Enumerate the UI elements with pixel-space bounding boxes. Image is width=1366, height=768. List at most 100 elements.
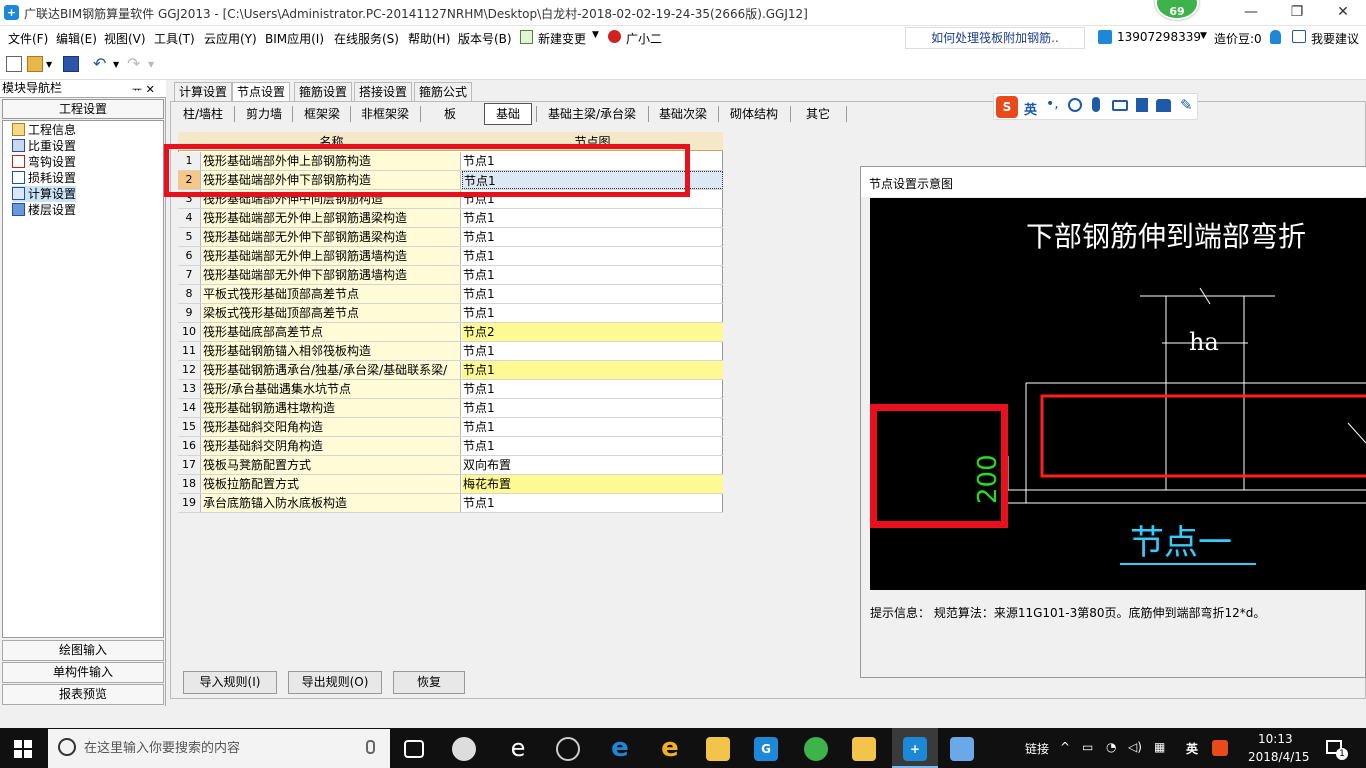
- row-node-value[interactable]: 节点1: [462, 380, 723, 398]
- row-node-value[interactable]: 节点2: [462, 323, 723, 341]
- edge-browser-icon[interactable]: e: [608, 735, 632, 761]
- keyboard-icon[interactable]: [1112, 100, 1128, 111]
- row-node-value[interactable]: 梅花布置: [462, 475, 723, 493]
- menu-edit[interactable]: 编辑(E): [56, 30, 97, 47]
- new-file-icon[interactable]: [6, 56, 22, 72]
- menu-cloud[interactable]: 云应用(Y): [204, 30, 257, 47]
- row-node-value[interactable]: 双向布置: [462, 456, 723, 474]
- nav-item-calc[interactable]: 计算设置: [12, 186, 77, 202]
- nav-report-preview[interactable]: 报表预览: [2, 684, 164, 705]
- maximize-button[interactable]: ❐: [1274, 0, 1320, 26]
- close-button[interactable]: ✕: [1320, 0, 1366, 26]
- row-node-value[interactable]: 节点1: [462, 418, 723, 436]
- ie-icon[interactable]: e: [658, 735, 682, 761]
- minimize-button[interactable]: —: [1228, 0, 1274, 26]
- file-explorer-icon[interactable]: [706, 737, 730, 761]
- nav-item-hook[interactable]: 弯钩设置: [12, 154, 76, 170]
- row-node-value[interactable]: 节点1: [462, 266, 723, 284]
- chevron-down-icon[interactable]: ▼: [148, 60, 154, 69]
- row-node-value[interactable]: 节点1: [462, 399, 723, 417]
- table-row[interactable]: 4 筏形基础端部无外伸上部钢筋遇梁构造 节点1: [178, 209, 723, 228]
- undo-icon[interactable]: ↶: [93, 54, 106, 73]
- restore-button[interactable]: 恢复: [393, 671, 465, 694]
- chevron-down-icon[interactable]: ▼: [113, 60, 119, 69]
- subtab-masonry[interactable]: 砌体结构: [722, 103, 786, 125]
- redo-icon[interactable]: ↷: [127, 54, 140, 73]
- table-row[interactable]: 18 筏板拉筋配置方式 梅花布置: [178, 475, 723, 494]
- table-row[interactable]: 11 筏形基础钢筋锚入相邻筏板构造 节点1: [178, 342, 723, 361]
- task-view-icon[interactable]: [404, 740, 424, 758]
- tray-time[interactable]: 10:13: [1258, 732, 1293, 746]
- bell-icon[interactable]: [1270, 30, 1281, 44]
- subtab-foundation-main-beam[interactable]: 基础主梁/承台梁: [540, 103, 644, 125]
- windows-start-icon[interactable]: [14, 740, 32, 758]
- tray-network-icon[interactable]: ◔: [1106, 740, 1116, 754]
- table-row[interactable]: 16 筏形基础斜交阴角构造 节点1: [178, 437, 723, 456]
- glodon-ggj-icon[interactable]: +: [903, 737, 927, 761]
- table-row[interactable]: 10 筏形基础底部高差节点 节点2: [178, 323, 723, 342]
- table-row[interactable]: 7 筏形基础端部无外伸下部钢筋遇墙构造 节点1: [178, 266, 723, 285]
- subtab-foundation-secondary-beam[interactable]: 基础次梁: [652, 103, 714, 125]
- nav-item-floors[interactable]: 楼层设置: [12, 202, 76, 218]
- app-green-icon[interactable]: [804, 737, 828, 761]
- microphone-icon[interactable]: [1092, 97, 1100, 112]
- chevron-down-icon[interactable]: ▼: [1200, 31, 1207, 41]
- row-node-value[interactable]: 节点1: [462, 361, 723, 379]
- nav-single-input[interactable]: 单构件输入: [2, 662, 164, 683]
- ime-lang[interactable]: 英: [1024, 99, 1037, 118]
- account-phone[interactable]: 13907298339: [1117, 30, 1201, 44]
- table-row[interactable]: 19 承台底筋锚入防水底板构造 节点1: [178, 494, 723, 513]
- sogou-logo-icon[interactable]: S: [996, 96, 1018, 118]
- punctuation-icon[interactable]: •,: [1046, 96, 1059, 112]
- menu-new-change[interactable]: 新建变更: [538, 30, 586, 47]
- row-node-value[interactable]: 节点1: [462, 228, 723, 246]
- menu-online[interactable]: 在线服务(S): [334, 30, 399, 47]
- table-row[interactable]: 5 筏形基础端部无外伸下部钢筋遇梁构造 节点1: [178, 228, 723, 247]
- subtab-nonframe-beam[interactable]: 非框架梁: [354, 103, 416, 125]
- table-row[interactable]: 9 梁板式筏形基础顶部高差节点 节点1: [178, 304, 723, 323]
- menu-bim[interactable]: BIM应用(I): [265, 30, 324, 47]
- export-rules-button[interactable]: 导出规则(O): [288, 671, 382, 694]
- tray-link[interactable]: 链接: [1025, 740, 1049, 757]
- subtab-shear-wall[interactable]: 剪力墙: [238, 103, 290, 125]
- tray-ime[interactable]: 英: [1186, 740, 1198, 757]
- table-row[interactable]: 6 筏形基础端部无外伸上部钢筋遇墙构造 节点1: [178, 247, 723, 266]
- tab-lap[interactable]: 搭接设置: [354, 82, 413, 101]
- save-icon[interactable]: [63, 56, 79, 72]
- table-row[interactable]: 12 筏形基础钢筋遇承台/独基/承台梁/基础联系梁/节点1: [178, 361, 723, 380]
- emoji-icon[interactable]: [1068, 98, 1082, 112]
- row-node-value[interactable]: 节点1: [462, 209, 723, 227]
- app-swirl-icon[interactable]: [556, 737, 580, 761]
- tray-chevron-up-icon[interactable]: ^: [1060, 740, 1070, 754]
- table-row[interactable]: 17 筏板马凳筋配置方式 双向布置: [178, 456, 723, 475]
- tab-stirrup[interactable]: 箍筋设置: [294, 82, 353, 101]
- microphone-icon[interactable]: [366, 740, 375, 754]
- chevron-down-icon[interactable]: ▼: [46, 60, 52, 69]
- news-link[interactable]: 如何处理筏板附加钢筋..: [905, 27, 1085, 49]
- table-row[interactable]: 8 平板式筏形基础顶部高差节点 节点1: [178, 285, 723, 304]
- glodon-g-icon[interactable]: G: [754, 737, 778, 761]
- subtab-frame-beam[interactable]: 框架梁: [296, 103, 348, 125]
- menu-help[interactable]: 帮助(H): [408, 30, 450, 47]
- pin-close-icons[interactable]: ᅲ ✕: [132, 81, 155, 97]
- subtab-column[interactable]: 柱/墙柱: [174, 103, 232, 125]
- nav-drawing-input[interactable]: 绘图输入: [2, 640, 164, 661]
- toolbox-icon[interactable]: [1136, 98, 1148, 112]
- tab-stirrup-formula[interactable]: 箍筋公式: [414, 82, 473, 101]
- menu-assistant[interactable]: 广小二: [626, 30, 662, 47]
- menu-view[interactable]: 视图(V): [104, 30, 146, 47]
- tray-sogou-icon[interactable]: [1212, 740, 1228, 756]
- row-node-value[interactable]: 节点1: [462, 494, 723, 512]
- open-folder-icon[interactable]: [27, 56, 43, 72]
- tab-node[interactable]: 节点设置: [232, 82, 291, 102]
- tray-keyboard-icon[interactable]: ▦: [1154, 740, 1165, 754]
- menu-file[interactable]: 文件(F): [8, 30, 48, 47]
- nav-item-loss[interactable]: 损耗设置: [12, 170, 76, 186]
- chevron-down-icon[interactable]: ▼: [592, 30, 599, 40]
- subtab-other[interactable]: 其它: [794, 103, 842, 125]
- row-node-value[interactable]: 节点1: [462, 437, 723, 455]
- notes-icon[interactable]: [852, 737, 876, 761]
- nav-section-project-settings[interactable]: 工程设置: [2, 99, 164, 119]
- taskbar-search[interactable]: 在这里输入你要搜索的内容: [48, 729, 390, 768]
- subtab-foundation[interactable]: 基础: [484, 103, 532, 125]
